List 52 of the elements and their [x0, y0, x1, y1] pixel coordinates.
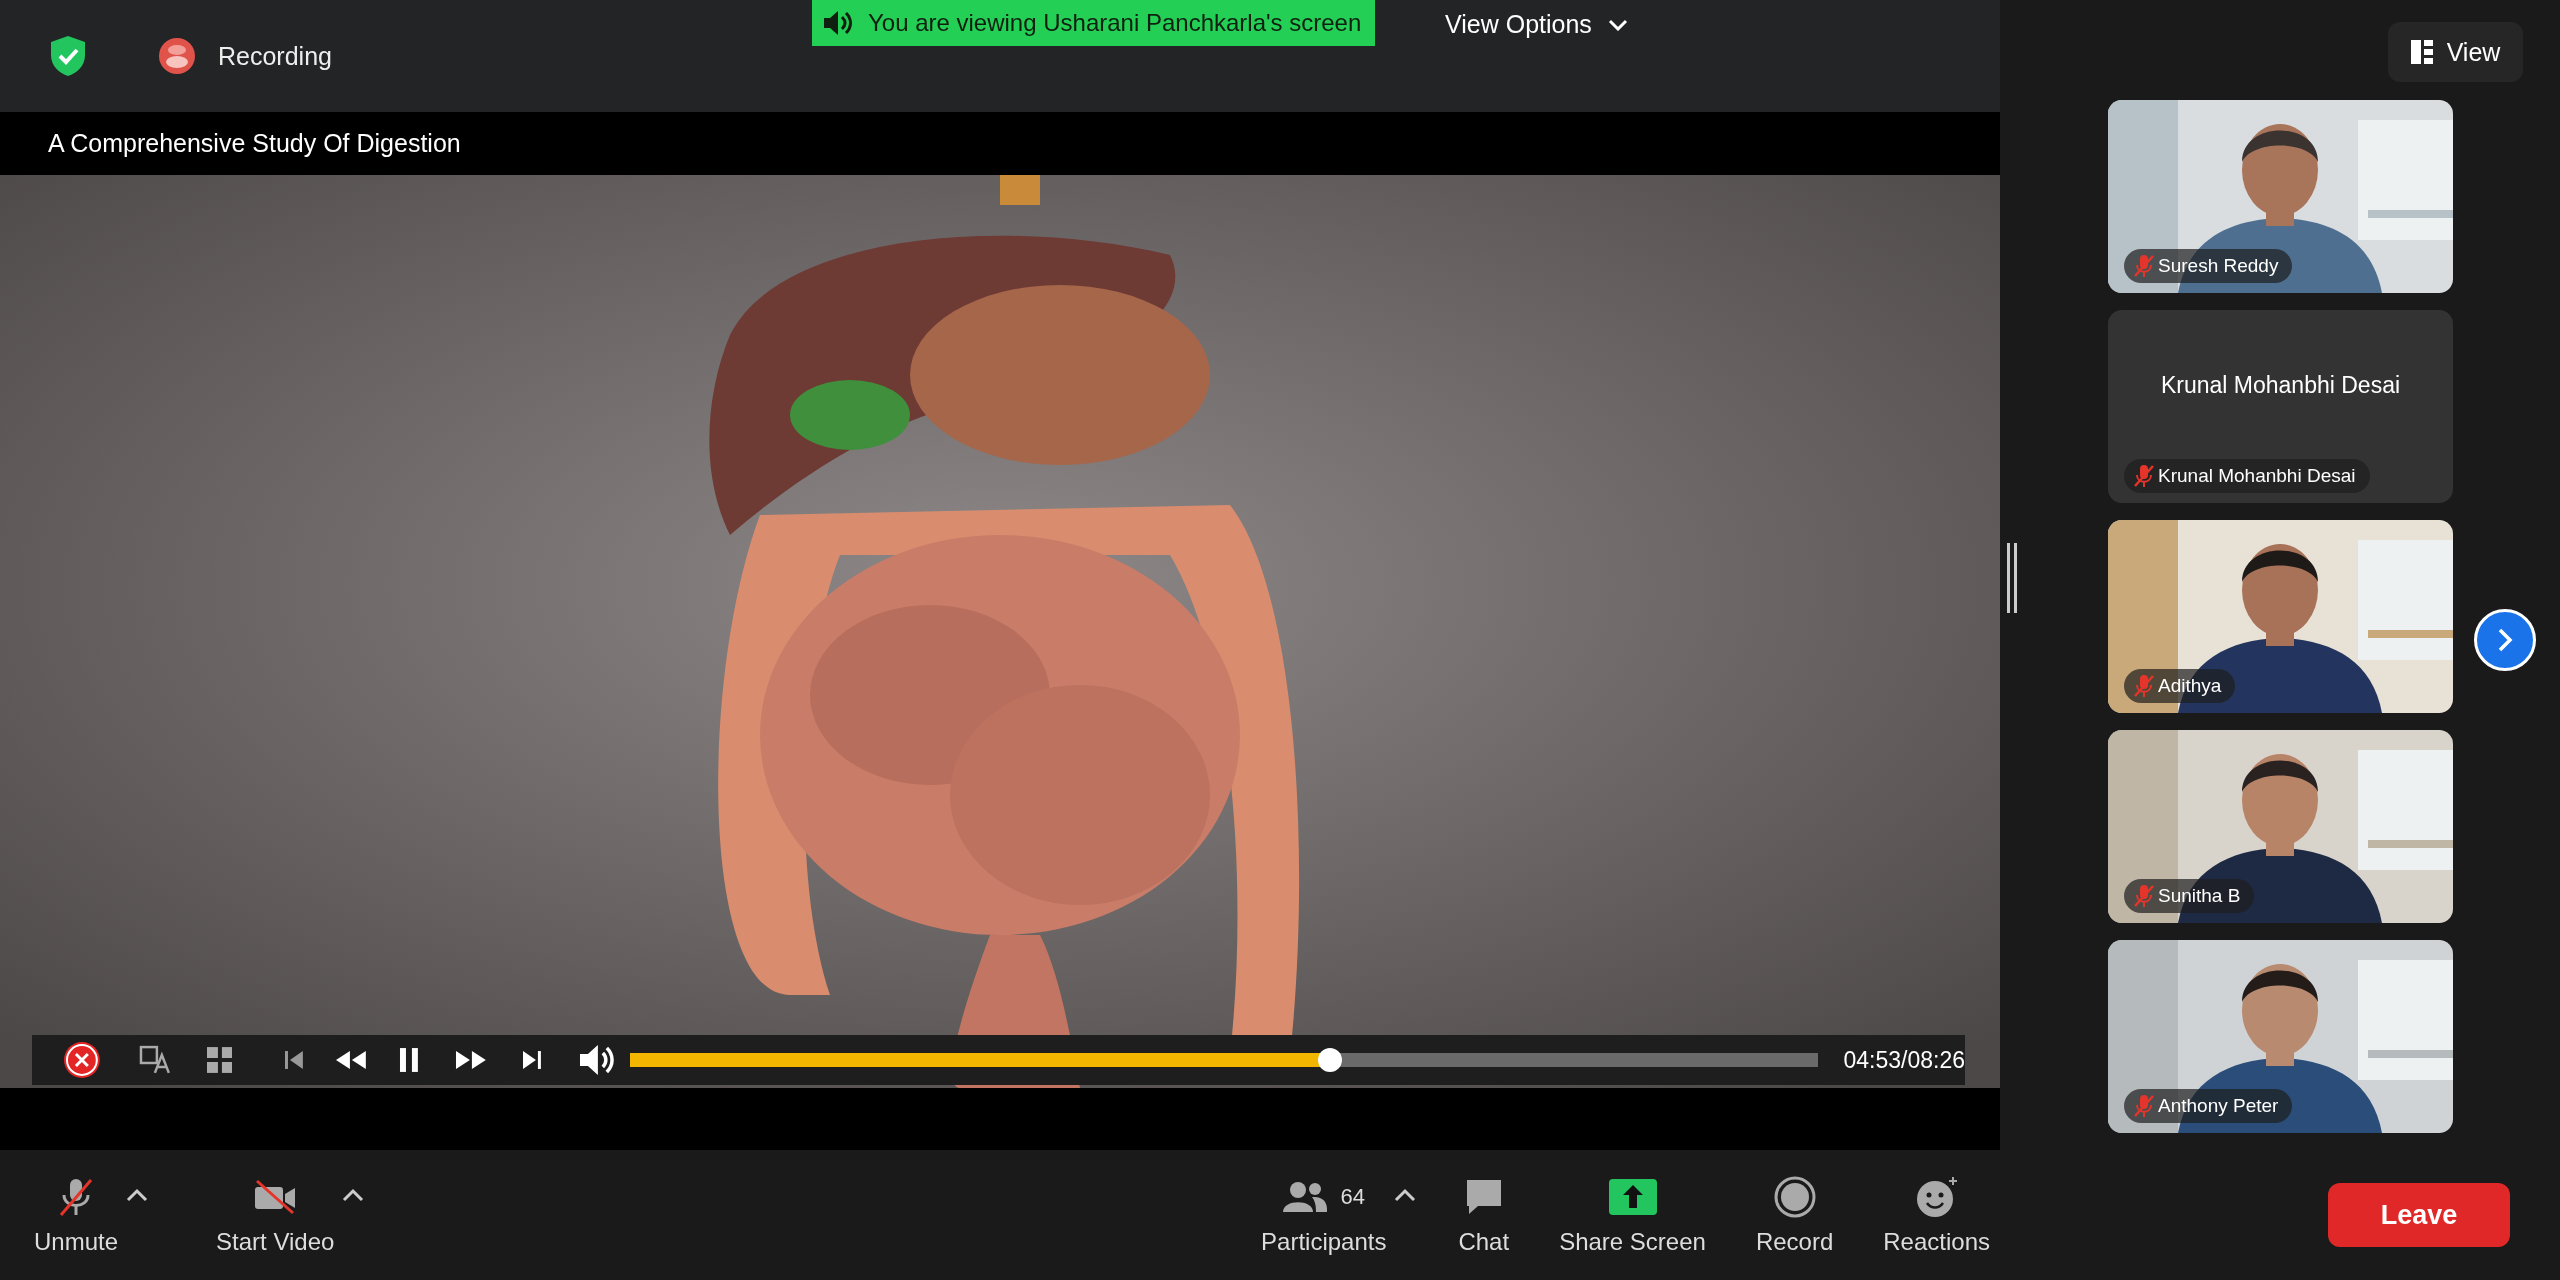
- playback-time: 04:53/08:26: [1843, 1046, 1965, 1074]
- participant-name: Sunitha B: [2158, 885, 2241, 907]
- close-icon[interactable]: [63, 1041, 101, 1079]
- button-label: Record: [1755, 1228, 1834, 1256]
- participant-name: Anthony Peter: [2158, 1095, 2279, 1117]
- participant-name: Suresh Reddy: [2158, 255, 2279, 277]
- toolbar-button[interactable]: Start Video: [208, 1174, 343, 1256]
- banner-text: You are viewing Usharani Panchkarla's screen: [868, 9, 1362, 37]
- record-icon: [1773, 1176, 1816, 1218]
- share-screen-icon: [1608, 1179, 1657, 1215]
- toolbar-button[interactable]: Share Screen: [1551, 1174, 1714, 1256]
- caret-up-icon[interactable]: [342, 1188, 365, 1202]
- toolbar-button[interactable]: Unmute: [26, 1174, 127, 1256]
- rewind-icon[interactable]: [334, 1049, 369, 1071]
- button-label: Chat: [1458, 1228, 1510, 1256]
- volume-icon[interactable]: [577, 1042, 616, 1078]
- speaker-icon: [822, 9, 854, 37]
- caret-up-icon[interactable]: [126, 1188, 149, 1202]
- recording-label: Recording: [218, 41, 332, 71]
- button-label: Share Screen: [1559, 1228, 1706, 1256]
- button-label: Start Video: [216, 1228, 335, 1256]
- participant-display-name: Krunal Mohanbhi Desai: [2159, 372, 2402, 399]
- toolbar-button[interactable]: 64 Participants: [1253, 1174, 1395, 1256]
- participant-count: 64: [1340, 1184, 1365, 1210]
- chevron-right-icon: [2497, 628, 2513, 652]
- pause-icon[interactable]: [398, 1047, 420, 1073]
- participant-name: Adithya: [2158, 675, 2222, 697]
- smiley-icon: [1914, 1175, 1959, 1219]
- leave-button[interactable]: Leave: [2328, 1183, 2510, 1247]
- chevron-down-icon: [1607, 18, 1628, 31]
- translate-icon[interactable]: [138, 1045, 171, 1075]
- skip-forward-icon[interactable]: [521, 1049, 542, 1071]
- button-label: Reactions: [1883, 1228, 1990, 1256]
- toolbar-button[interactable]: Record: [1747, 1174, 1842, 1256]
- button-label: Participants: [1261, 1228, 1387, 1256]
- shared-window-title: A Comprehensive Study Of Digestion: [48, 129, 461, 158]
- shield-check-icon: [50, 35, 86, 77]
- toolbar-button[interactable]: Chat: [1450, 1174, 1518, 1256]
- caret-up-icon[interactable]: [1394, 1188, 1417, 1202]
- resize-handle[interactable]: [2006, 543, 2018, 613]
- view-button[interactable]: View: [2388, 22, 2523, 82]
- progress-handle[interactable]: [1318, 1048, 1343, 1072]
- participant-name: Krunal Mohanbhi Desai: [2158, 465, 2356, 487]
- toolbar-button[interactable]: Reactions: [1875, 1174, 1998, 1256]
- skip-back-icon[interactable]: [284, 1049, 305, 1071]
- view-options-button[interactable]: View Options: [1445, 10, 1628, 39]
- fast-forward-icon[interactable]: [454, 1049, 488, 1071]
- layout-icon: [2410, 40, 2433, 64]
- grid-icon[interactable]: [206, 1047, 233, 1073]
- people-icon: [1282, 1181, 1329, 1213]
- recording-icon: [158, 37, 196, 75]
- button-label: Unmute: [34, 1228, 119, 1256]
